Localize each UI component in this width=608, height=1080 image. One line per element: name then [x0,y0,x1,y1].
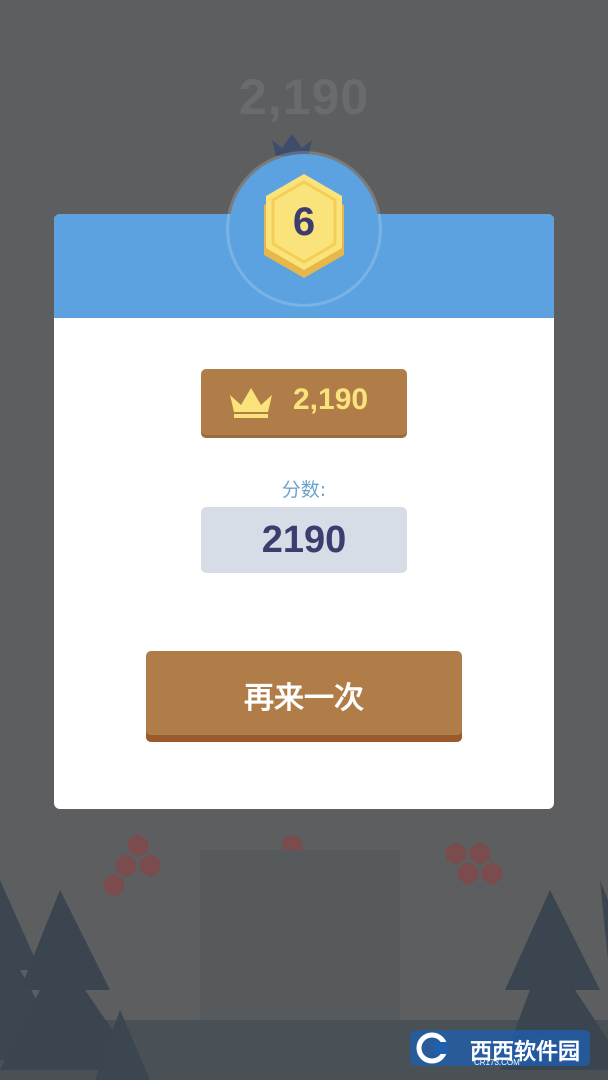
retry-button-label: 再来一次 [244,681,364,716]
crown-icon [230,388,272,418]
best-score-value: 2,190 [293,383,369,416]
retry-button[interactable]: 再来一次 [146,651,462,742]
score-box: 2190 [201,507,407,573]
background-score: 2,190 [238,69,370,125]
score-value: 2190 [261,519,347,561]
score-label: 分数: [281,479,327,501]
watermark: 西西软件园 CR173.COM [410,1028,590,1068]
watermark-url: CR173.COM [474,1058,520,1067]
best-score-pill: 2,190 [201,369,407,435]
level-number: 6 [292,200,316,244]
